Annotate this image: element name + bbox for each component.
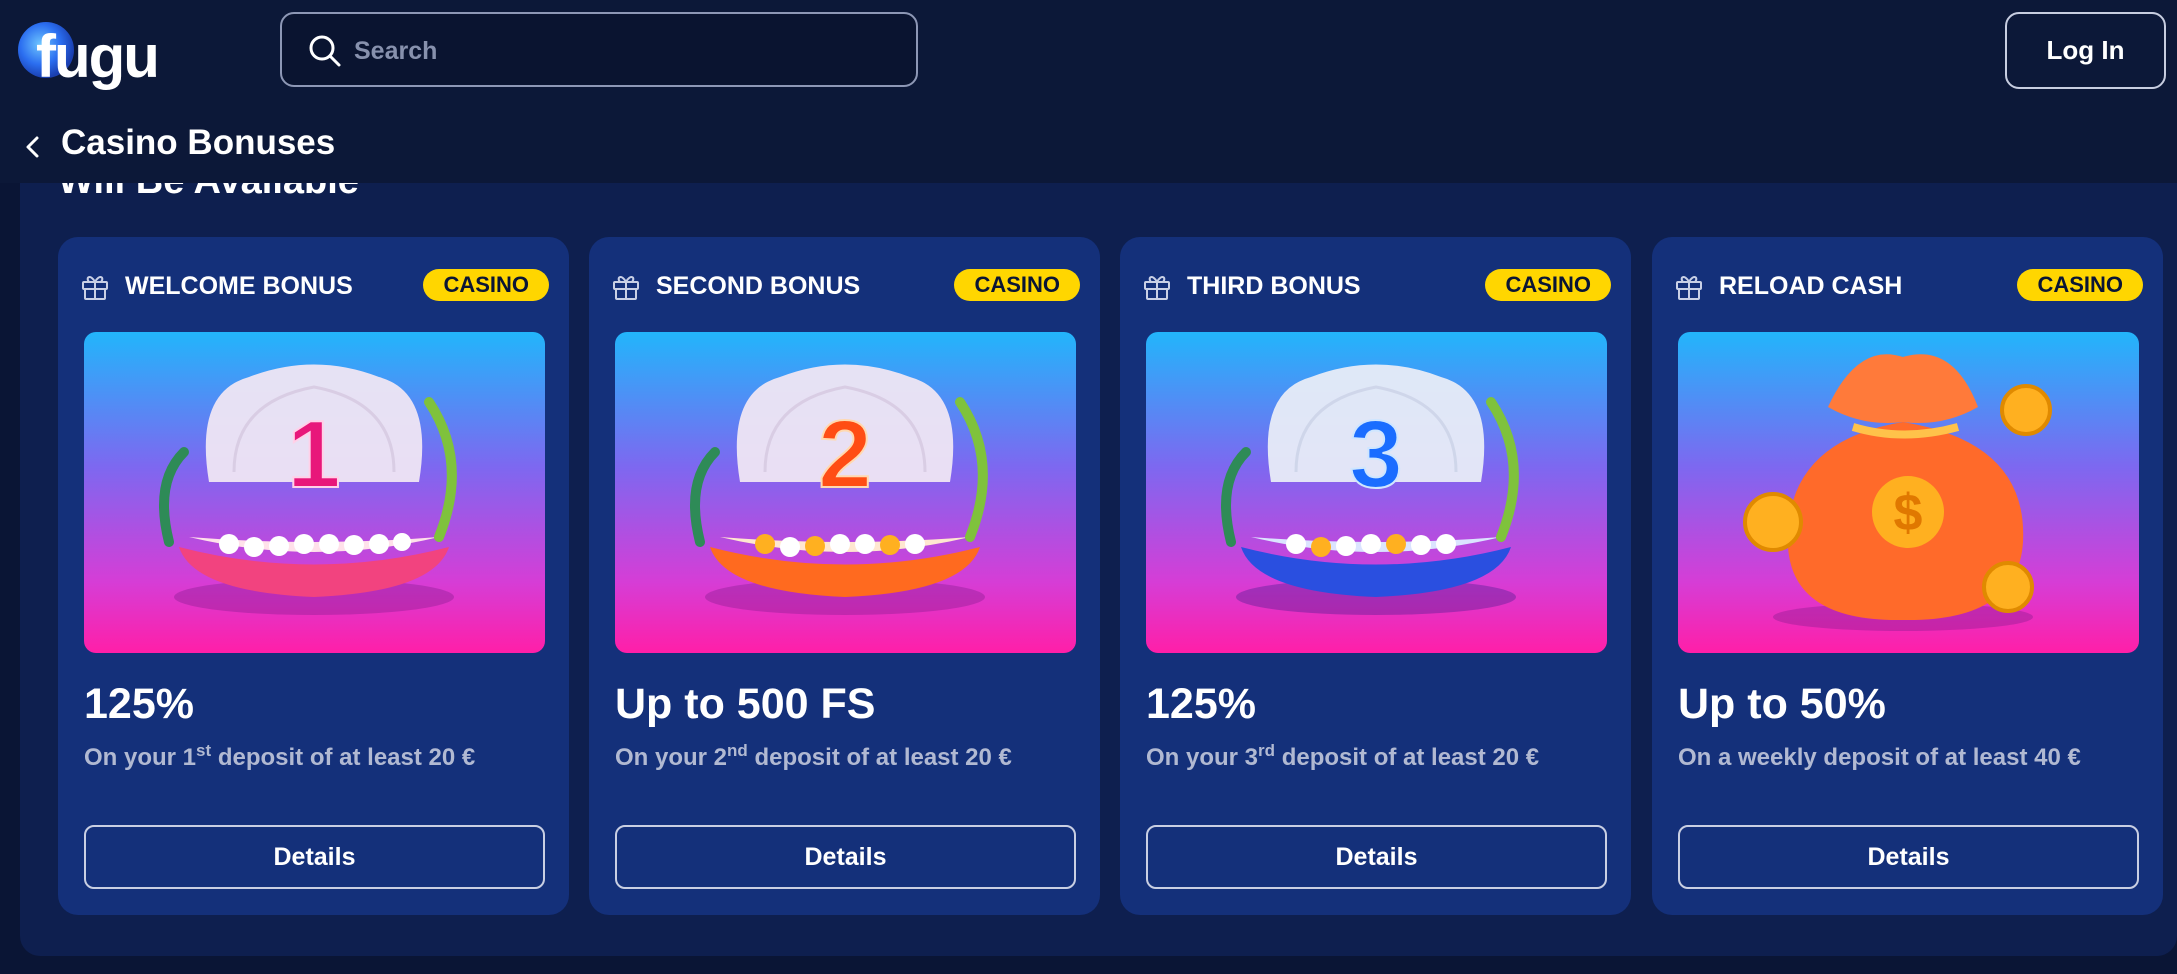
bonus-amount: Up to 50% [1678,680,1886,728]
bonus-description: On your 3rd deposit of at least 20 € [1146,741,1540,771]
bonus-number: 3 [1349,401,1402,508]
gift-icon [613,276,639,300]
logo-text: fugu [36,23,160,90]
details-button[interactable]: Details [1678,825,2139,889]
page-title: Casino Bonuses [61,123,336,162]
back-arrow-icon[interactable] [20,130,48,164]
details-button[interactable]: Details [615,825,1076,889]
bonus-card-welcome: WELCOME BONUS CASINO 1 125% On your 1st … [58,237,569,915]
fugu-logo[interactable]: fugu [18,14,168,90]
login-button[interactable]: Log In [2005,12,2166,89]
casino-badge: CASINO [2017,269,2143,301]
search-bar[interactable] [280,12,918,87]
gift-icon [82,276,108,300]
money-bag-illustration: $ [1743,354,2052,631]
bonus-image: 2 [615,332,1076,653]
card-header: THIRD BONUS CASINO [1142,269,1611,305]
card-header: SECOND BONUS CASINO [611,269,1080,305]
bonus-card-reload: RELOAD CASH CASINO $ Up to 50% On a week… [1652,237,2163,915]
bonus-number: 1 [287,401,340,508]
svg-text:$: $ [1894,484,1923,542]
bonus-description: On a weekly deposit of at least 40 € [1678,744,2081,771]
top-header: fugu Log In Casino Bonuses [0,0,2177,183]
casino-badge: CASINO [423,269,549,301]
pearl-shell-illustration: 3 [1221,364,1519,615]
bonus-description: On your 1st deposit of at least 20 € [84,741,476,771]
bonus-card-second: SECOND BONUS CASINO 2 Up to 500 FS On yo… [589,237,1100,915]
details-button[interactable]: Details [84,825,545,889]
casino-badge: CASINO [954,269,1080,301]
card-title: RELOAD CASH [1719,272,1903,300]
details-button[interactable]: Details [1146,825,1607,889]
card-title: THIRD BONUS [1187,272,1361,300]
bonus-number: 2 [818,401,871,508]
search-input[interactable] [352,28,896,74]
bonus-amount: 125% [1146,680,1256,728]
card-header: WELCOME BONUS CASINO [80,269,549,305]
bonus-card-third: THIRD BONUS CASINO 3 125% On your 3rd de… [1120,237,1631,915]
bonus-image: 3 [1146,332,1607,653]
casino-badge: CASINO [1485,269,1611,301]
bonus-amount: 125% [84,680,194,728]
pearl-shell-illustration: 2 [690,364,988,615]
bonus-image: 1 [84,332,545,653]
bonus-description: On your 2nd deposit of at least 20 € [615,741,1012,771]
card-title: SECOND BONUS [656,272,861,300]
card-header: RELOAD CASH CASINO [1674,269,2143,305]
bonus-image: $ [1678,332,2139,653]
card-title: WELCOME BONUS [125,272,353,300]
search-icon [309,35,341,67]
gift-icon [1676,276,1702,300]
gift-icon [1144,276,1170,300]
bonus-amount: Up to 500 FS [615,680,876,728]
pearl-shell-illustration: 1 [159,364,457,615]
